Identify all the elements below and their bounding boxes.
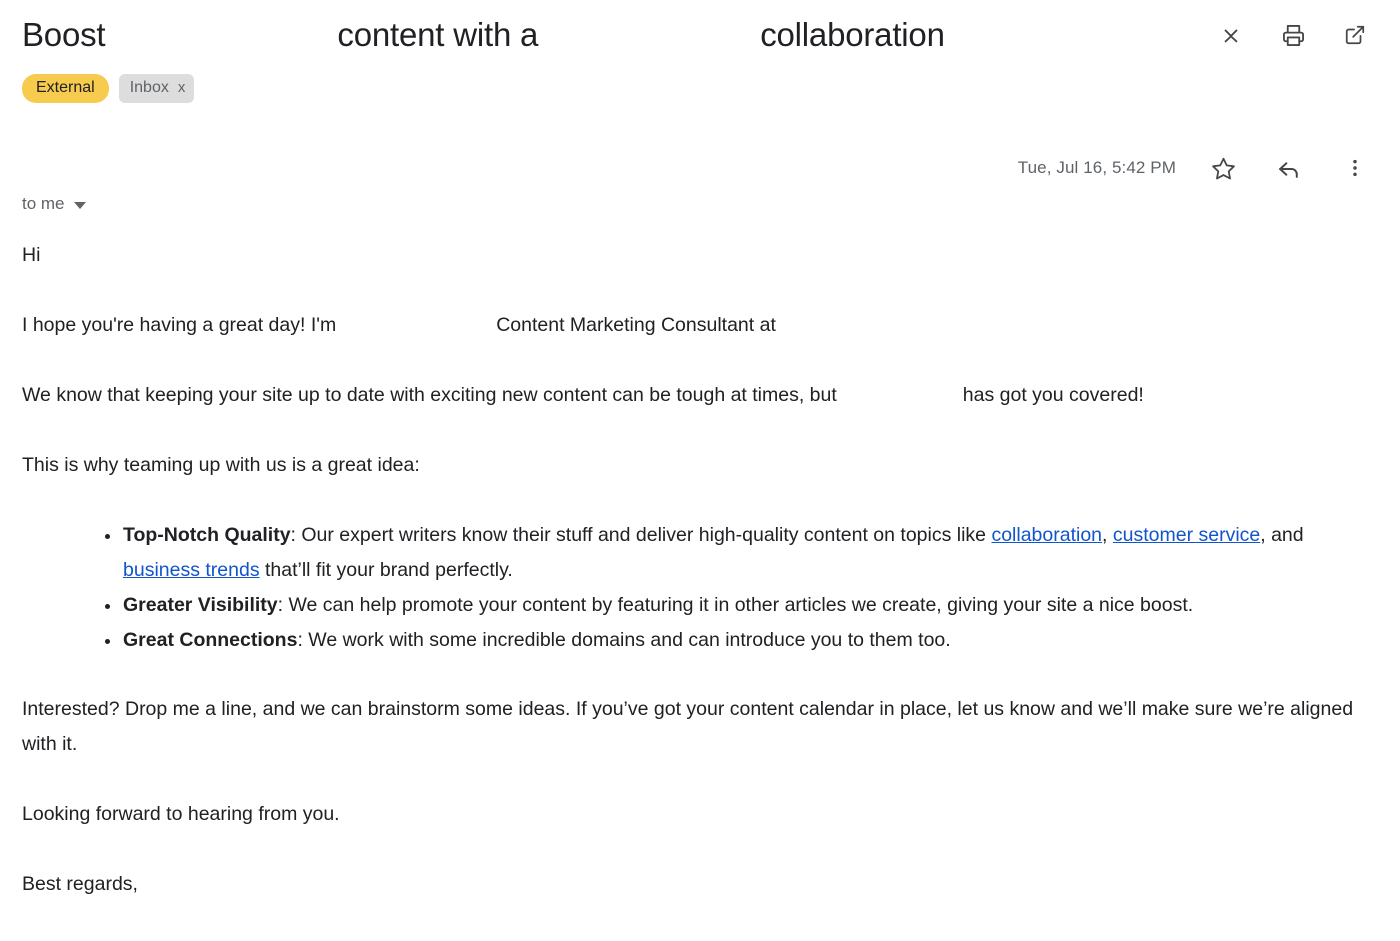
link-collaboration[interactable]: collaboration [991,524,1102,546]
message-action-bar [1210,155,1368,181]
greeting-text: Hi [22,244,41,266]
body-paragraph-looking: Looking forward to hearing from you. [22,803,340,825]
email-header: Boost content with a collaboration [0,0,1400,70]
header-action-bar [1218,22,1368,48]
body-paragraph-interested: Interested? Drop me a line, and we can b… [22,698,1354,755]
body-greeting: Hi [22,238,1378,273]
bullet-title: Top-Notch Quality [123,524,291,546]
list-item: Greater Visibility: We can help promote … [105,588,1378,623]
recipient-dropdown[interactable]: to me [22,194,86,214]
know-after: has got you covered! [962,384,1144,406]
label-chip-inbox[interactable]: Inbox x [118,74,195,103]
bullet-title: Greater Visibility [123,594,278,616]
body-paragraph-intro: I hope you're having a great day! I'm Co… [22,308,1378,343]
list-item: Top-Notch Quality: Our expert writers kn… [105,518,1378,588]
intro-redaction [336,308,496,343]
reply-icon[interactable] [1276,155,1302,181]
subject-part-1: Boost [22,16,106,53]
subject-part-2: content with a [337,16,539,53]
bullet-text: : We work with some incredible domains a… [297,629,951,651]
message-timestamp: Tue, Jul 16, 5:42 PM [1017,158,1176,177]
bullet-text: : We can help promote your content by fe… [277,594,1194,616]
bullet-text-after: that’ll fit your brand perfectly. [259,559,513,581]
bullet-title: Great Connections [123,629,298,651]
label-chips: External Inbox x [22,74,195,103]
intro-before: I hope you're having a great day! I'm [22,314,337,336]
message-meta-row: Tue, Jul 16, 5:42 PM [1018,155,1368,181]
list-item: Great Connections: We work with some inc… [105,623,1378,658]
close-icon[interactable]: x [178,78,186,98]
collapse-all-icon[interactable] [1218,22,1244,48]
body-paragraph-know: We know that keeping your site up to dat… [22,378,1378,413]
body-paragraph-regards: Best regards, [22,873,138,895]
link-business-trends[interactable]: business trends [123,559,260,581]
email-body: Hi I hope you're having a great day! I'm… [22,238,1378,937]
print-icon[interactable] [1280,22,1306,48]
label-chip-inbox-text: Inbox [129,79,169,96]
subject-redaction-2 [538,14,760,56]
link-customer-service[interactable]: customer service [1113,524,1260,546]
intro-after: Content Marketing Consultant at [496,314,776,336]
bullet-text-before: : Our expert writers know their stuff an… [290,524,992,546]
bullet-text-mid-1: , [1102,524,1113,546]
subject-redaction-1 [105,14,337,56]
know-redaction [837,378,963,413]
benefits-list: Top-Notch Quality: Our expert writers kn… [22,518,1378,658]
status-badge-external[interactable]: External [22,74,109,103]
email-thread-view: Boost content with a collaboration Exter… [0,0,1400,941]
body-paragraph-why: This is why teaming up with us is a grea… [22,454,420,476]
chevron-down-icon[interactable] [73,201,86,209]
star-icon[interactable] [1210,155,1236,181]
recipient-label: to me [22,194,65,213]
subject-part-3: collaboration [760,16,945,53]
more-options-icon[interactable] [1342,155,1368,181]
email-subject: Boost content with a collaboration [22,14,945,56]
know-before: We know that keeping your site up to dat… [22,384,837,406]
open-in-new-icon[interactable] [1342,22,1368,48]
bullet-text-mid-2: , and [1260,524,1304,546]
